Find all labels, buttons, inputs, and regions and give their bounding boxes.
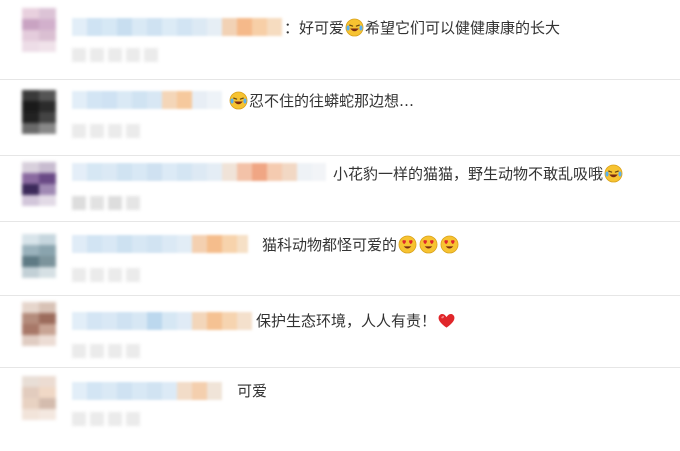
comment-text-part: 保护生态环境，人人有责！ (256, 311, 437, 330)
comment-item: ： 好可爱 希望它们可以健健康康的长大 (0, 0, 680, 80)
heart-eyes-emoji-icon (440, 235, 459, 254)
username-redacted[interactable] (72, 312, 258, 330)
comment-text-part: 忍不住的往蟒蛇那边想… (249, 91, 415, 110)
avatar[interactable] (22, 8, 56, 52)
laughing-crying-emoji-icon (345, 18, 364, 37)
avatar[interactable] (22, 90, 56, 134)
avatar[interactable] (22, 162, 56, 206)
comment-text-part: 猫科动物都怪可爱的 (262, 235, 398, 254)
comment-meta-redacted (72, 124, 152, 138)
red-heart-emoji-icon (437, 311, 456, 330)
comment-meta-redacted (72, 344, 152, 358)
comment-text-part: ： (284, 18, 300, 37)
username-redacted[interactable] (72, 18, 284, 36)
comment-item: 保护生态环境，人人有责！ (0, 296, 680, 368)
comment-item: 可爱 (0, 368, 680, 451)
comment-text: 保护生态环境，人人有责！ (256, 311, 457, 330)
username-redacted[interactable] (72, 163, 326, 181)
laughing-crying-emoji-icon (229, 91, 248, 110)
comment-meta-redacted (72, 48, 162, 62)
comment-text: 小花豹一样的猫猫，野生动物不敢乱吸哦 (333, 164, 624, 183)
username-redacted[interactable] (72, 235, 248, 253)
comment-text: 可爱 (237, 382, 267, 400)
avatar[interactable] (22, 302, 56, 346)
avatar[interactable] (22, 376, 56, 420)
comment-text-part: 可爱 (237, 382, 268, 400)
comment-text: ： 好可爱 希望它们可以健健康康的长大 (284, 18, 560, 37)
comment-item: 小花豹一样的猫猫，野生动物不敢乱吸哦 (0, 156, 680, 222)
comment-item: 忍不住的往蟒蛇那边想… (0, 80, 680, 156)
comment-item: 猫科动物都怪可爱的 (0, 222, 680, 296)
comment-meta-redacted (72, 412, 152, 426)
avatar[interactable] (22, 234, 56, 278)
comment-text-part: 希望它们可以健健康康的长大 (365, 18, 561, 37)
username-redacted[interactable] (72, 382, 232, 400)
comment-text: 猫科动物都怪可爱的 (262, 235, 460, 254)
heart-eyes-emoji-icon (419, 235, 438, 254)
username-redacted[interactable] (72, 91, 222, 109)
heart-eyes-emoji-icon (398, 235, 417, 254)
comment-text-part: 小花豹一样的猫猫，野生动物不敢乱吸哦 (333, 164, 604, 183)
comment-text-part: 好可爱 (299, 18, 345, 37)
laughing-crying-emoji-icon (604, 164, 623, 183)
comment-meta-redacted (72, 196, 152, 210)
comment-meta-redacted (72, 268, 152, 282)
comment-text: 忍不住的往蟒蛇那边想… (228, 91, 414, 110)
